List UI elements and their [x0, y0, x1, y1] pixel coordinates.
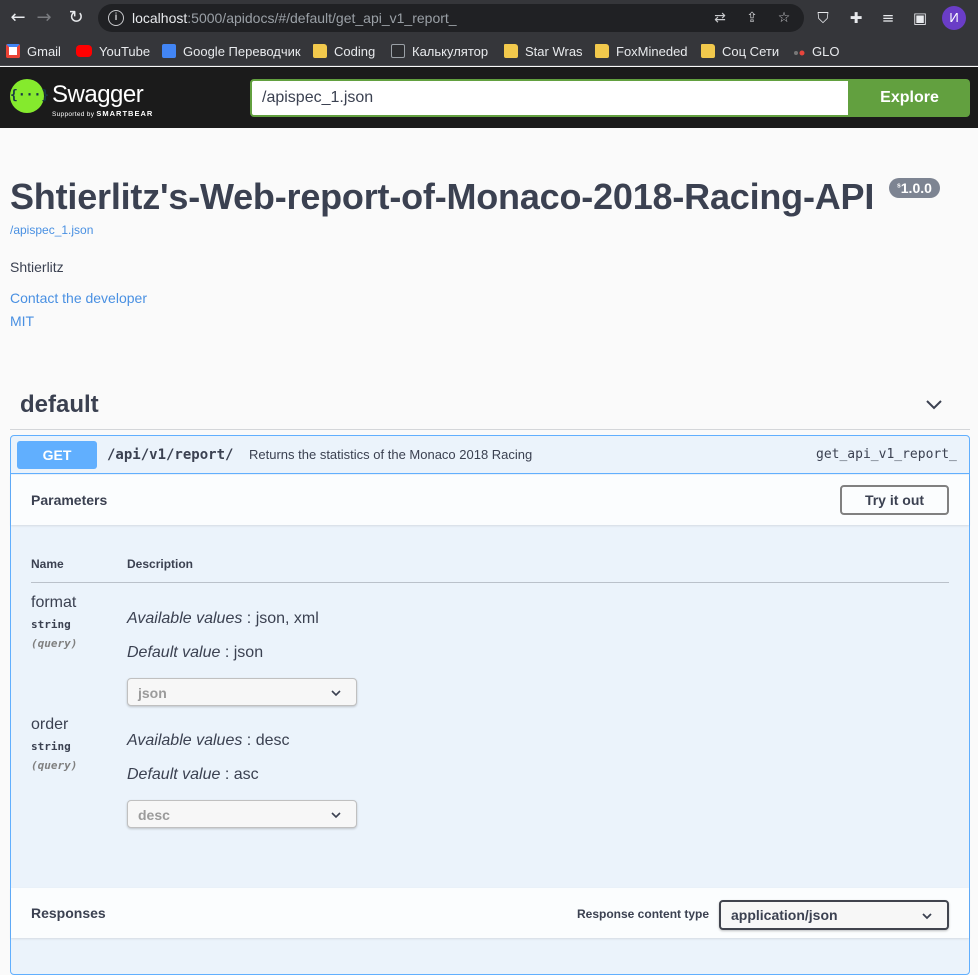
- param-default-value: Default value : asc: [127, 766, 259, 783]
- opblock-get: GET /api/v1/report/ Returns the statisti…: [10, 435, 970, 975]
- bookmark-star-icon[interactable]: ☆: [774, 8, 794, 28]
- operation-path: /api/v1/report/: [107, 447, 234, 463]
- license-link[interactable]: MIT: [10, 313, 34, 329]
- operation-description: Returns the statistics of the Monaco 201…: [249, 447, 533, 462]
- site-info-icon[interactable]: i: [108, 10, 124, 26]
- spec-url-input[interactable]: [250, 79, 850, 117]
- try-it-out-button[interactable]: Try it out: [840, 485, 949, 515]
- gmail-icon: [6, 44, 20, 58]
- shield-extension-icon[interactable]: ⛉: [812, 7, 834, 29]
- extensions-puzzle-icon[interactable]: ✚: [845, 7, 867, 29]
- side-panel-icon[interactable]: ▣: [909, 7, 931, 29]
- bookmark-label: Gmail: [27, 43, 61, 59]
- glo-icon: [793, 44, 805, 58]
- parameters-title: Parameters: [31, 492, 108, 508]
- swagger-logo-subtitle: Supported by SMARTBEAR: [52, 109, 154, 118]
- param-name: order: [31, 716, 69, 733]
- bookmark-label: Star Wras: [525, 43, 583, 59]
- responses-header: Responses Response content type applicat…: [11, 888, 969, 938]
- parameters-header: Parameters Try it out: [11, 475, 969, 525]
- folder-icon: [504, 44, 518, 58]
- bookmark-label: GLO: [812, 43, 840, 59]
- browser-toolbar: ← → ↻ i localhost:5000/apidocs/#/default…: [0, 0, 978, 36]
- select-value: desc: [138, 807, 170, 823]
- param-default-value: Default value : json: [127, 644, 264, 661]
- share-icon[interactable]: ⇪: [742, 8, 762, 28]
- folder-icon: [595, 44, 609, 58]
- column-header-description: Description: [127, 557, 194, 571]
- tag-header-default[interactable]: default: [10, 380, 970, 430]
- table-divider: [31, 582, 949, 583]
- format-select[interactable]: json: [127, 678, 357, 706]
- tag-title: default: [20, 391, 99, 418]
- operation-id: get_api_v1_report_: [816, 447, 957, 462]
- param-location: (query): [31, 637, 78, 650]
- swagger-logo-text[interactable]: Swagger: [52, 81, 144, 109]
- param-available-values: Available values : json, xml: [127, 610, 319, 627]
- folder-icon: [313, 44, 327, 58]
- spec-link[interactable]: /apispec_1.json: [10, 223, 93, 237]
- operation-summary[interactable]: GET /api/v1/report/ Returns the statisti…: [11, 436, 969, 474]
- translate-icon: [162, 44, 176, 58]
- bookmarks-bar: Gmail YouTube Google Переводчик Coding К…: [0, 36, 978, 66]
- contact-link[interactable]: Contact the developer: [10, 290, 147, 306]
- back-icon[interactable]: ←: [6, 6, 30, 30]
- bookmark-label: Соц Сети: [722, 43, 780, 59]
- bookmark-gmail[interactable]: Gmail: [6, 42, 61, 60]
- select-value: json: [138, 685, 167, 701]
- chevron-down-icon: [331, 690, 341, 697]
- bookmark-google-translate[interactable]: Google Переводчик: [162, 42, 301, 60]
- address-url[interactable]: localhost:5000/apidocs/#/default/get_api…: [132, 10, 457, 26]
- bookmark-soc-seti[interactable]: Соц Сети: [701, 42, 779, 60]
- bookmark-glo[interactable]: GLO: [793, 42, 839, 60]
- method-badge: GET: [17, 441, 97, 469]
- media-playlist-icon[interactable]: ≡: [877, 7, 899, 29]
- bookmark-foxmineded[interactable]: FoxMineded: [595, 42, 688, 60]
- bookmark-coding[interactable]: Coding: [313, 42, 375, 60]
- bookmark-youtube[interactable]: YouTube: [76, 42, 150, 60]
- address-bar[interactable]: i localhost:5000/apidocs/#/default/get_a…: [98, 4, 804, 32]
- param-type: string: [31, 740, 71, 753]
- param-name: format: [31, 594, 77, 611]
- response-content-type-select[interactable]: application/json: [719, 900, 949, 930]
- bookmark-calculator[interactable]: Калькулятор: [391, 42, 488, 60]
- select-value: application/json: [731, 907, 838, 923]
- youtube-icon: [76, 45, 92, 57]
- calculator-icon: [391, 44, 405, 58]
- forward-icon[interactable]: →: [32, 6, 56, 30]
- explore-button[interactable]: Explore: [849, 79, 970, 117]
- bookmark-label: Google Переводчик: [183, 43, 301, 59]
- param-available-values: Available values : desc: [127, 732, 290, 749]
- bookmark-label: YouTube: [99, 43, 151, 59]
- version-badge: ˢ1.0.0: [889, 178, 940, 198]
- chevron-down-icon: [922, 913, 932, 920]
- translate-page-icon[interactable]: ⇄: [710, 8, 730, 28]
- api-title: Shtierlitz's-Web-report-of-Monaco-2018-R…: [10, 176, 875, 217]
- order-select[interactable]: desc: [127, 800, 357, 828]
- column-header-name: Name: [31, 557, 64, 571]
- chevron-down-icon: [331, 812, 341, 819]
- swagger-logo-icon[interactable]: {···}: [10, 79, 49, 113]
- param-location: (query): [31, 759, 78, 772]
- folder-icon: [701, 44, 715, 58]
- bookmark-label: FoxMineded: [616, 43, 688, 59]
- bookmark-label: Калькулятор: [412, 43, 489, 59]
- reload-icon[interactable]: ↻: [64, 6, 88, 30]
- response-content-type-label: Response content type: [577, 907, 710, 921]
- bookmark-star-wras[interactable]: Star Wras: [504, 42, 583, 60]
- chevron-down-icon[interactable]: [922, 392, 946, 416]
- api-description: Shtierlitz: [10, 259, 64, 275]
- responses-title: Responses: [31, 905, 106, 921]
- bookmark-label: Coding: [334, 43, 376, 59]
- param-type: string: [31, 618, 71, 631]
- profile-avatar[interactable]: И: [942, 6, 966, 30]
